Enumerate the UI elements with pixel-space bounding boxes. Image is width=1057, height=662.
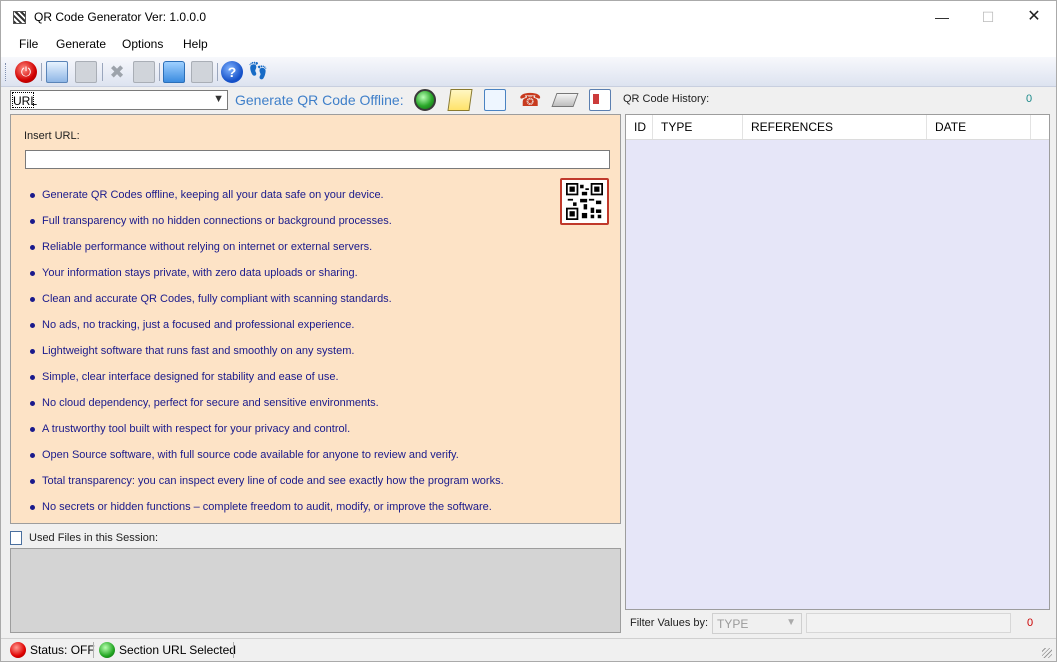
toolbar-separator: [159, 63, 160, 81]
resize-grip[interactable]: [1042, 648, 1052, 658]
feature-item: Simple, clear interface designed for sta…: [30, 370, 504, 396]
column-header-date[interactable]: DATE: [927, 115, 1031, 139]
feature-item: Generate QR Codes offline, keeping all y…: [30, 188, 504, 214]
edit-icon[interactable]: [46, 61, 68, 83]
history-label: QR Code History:: [623, 93, 710, 105]
note-icon[interactable]: [447, 89, 473, 111]
power-icon[interactable]: [15, 61, 37, 83]
feature-item: Open Source software, with full source c…: [30, 448, 504, 474]
column-header-type[interactable]: TYPE: [653, 115, 743, 139]
status-separator: [233, 642, 234, 658]
filter-type-value: TYPE: [717, 617, 749, 631]
toolbar-separator: [41, 63, 42, 81]
feature-item: No cloud dependency, perfect for secure …: [30, 396, 504, 422]
filter-input[interactable]: [806, 613, 1011, 633]
help-icon[interactable]: ?: [221, 61, 243, 83]
phone-icon[interactable]: ☎: [519, 89, 541, 111]
chevron-down-icon: ▼: [786, 617, 796, 628]
qr-type-value: URL: [13, 94, 38, 108]
insert-url-label: Insert URL:: [24, 130, 80, 142]
app-window: QR Code Generator Ver: 1.0.0.0 — ☐ ✕ Fil…: [0, 0, 1057, 662]
url-input[interactable]: [25, 150, 610, 169]
filter-type-select[interactable]: TYPE ▼: [712, 613, 802, 634]
feature-item: Your information stays private, with zer…: [30, 266, 504, 292]
used-files-list[interactable]: [10, 548, 621, 633]
feature-item: Full transparency with no hidden connect…: [30, 214, 504, 240]
feature-item: A trustworthy tool built with respect fo…: [30, 422, 504, 448]
feature-item: Lightweight software that runs fast and …: [30, 344, 504, 370]
status-separator: [93, 642, 94, 658]
section-selected-icon: [99, 642, 115, 658]
feature-item: No secrets or hidden functions – complet…: [30, 500, 504, 526]
url-panel: Insert URL: Generate QR Codes offline, k…: [10, 114, 621, 524]
save-icon[interactable]: [75, 61, 97, 83]
menu-options[interactable]: Options: [122, 37, 163, 51]
feature-list: Generate QR Codes offline, keeping all y…: [30, 188, 504, 526]
card-icon[interactable]: [551, 93, 579, 107]
close-button[interactable]: ✕: [1011, 1, 1057, 33]
vcard-icon[interactable]: [589, 89, 611, 111]
filter-label: Filter Values by:: [630, 617, 709, 629]
section-text: Section URL Selected: [119, 643, 236, 657]
toolbar-separator: [217, 63, 218, 81]
footprints-icon[interactable]: 👣: [247, 61, 269, 83]
column-header-references[interactable]: REFERENCES: [743, 115, 927, 139]
menu-generate[interactable]: Generate: [56, 37, 106, 51]
feature-item: Total transparency: you can inspect ever…: [30, 474, 504, 500]
open-folder-icon[interactable]: [163, 61, 185, 83]
print-icon[interactable]: [133, 61, 155, 83]
filter-count: 0: [1027, 617, 1034, 629]
menu-help[interactable]: Help: [183, 37, 208, 51]
status-bar: Status: OFF Section URL Selected: [1, 638, 1056, 661]
used-files-label: Used Files in this Session:: [29, 532, 158, 544]
qr-code-icon: [560, 178, 609, 225]
generate-label: Generate QR Code Offline:: [235, 92, 404, 108]
menu-bar: File Generate Options Help: [1, 33, 1056, 57]
feature-item: Clean and accurate QR Codes, fully compl…: [30, 292, 504, 318]
history-count: 0: [1026, 93, 1033, 105]
chevron-down-icon: ▼: [213, 93, 224, 105]
history-table-header: ID TYPE REFERENCES DATE: [626, 115, 1049, 140]
menu-file[interactable]: File: [19, 37, 38, 51]
globe-icon[interactable]: [414, 89, 436, 111]
feature-item: No ads, no tracking, just a focused and …: [30, 318, 504, 344]
email-icon[interactable]: [484, 89, 506, 111]
toolbar-grip[interactable]: [5, 63, 8, 81]
status-off-icon: [10, 642, 26, 658]
document-icon: [10, 531, 22, 545]
minimize-button[interactable]: —: [919, 1, 965, 33]
history-table[interactable]: ID TYPE REFERENCES DATE: [625, 114, 1050, 610]
toolbar: ✖ ? 👣: [1, 57, 1056, 87]
delete-icon[interactable]: ✖: [106, 61, 128, 83]
qr-app-icon: [13, 11, 26, 24]
feature-item: Reliable performance without relying on …: [30, 240, 504, 266]
status-text: Status: OFF: [30, 643, 95, 657]
title-bar: QR Code Generator Ver: 1.0.0.0 — ☐ ✕: [1, 1, 1056, 33]
column-header-id[interactable]: ID: [626, 115, 653, 139]
maximize-button[interactable]: ☐: [965, 1, 1011, 33]
toolbar-separator: [102, 63, 103, 81]
export-icon[interactable]: [191, 61, 213, 83]
window-title: QR Code Generator Ver: 1.0.0.0: [34, 10, 207, 24]
qr-type-select[interactable]: URL ▼: [10, 90, 228, 110]
